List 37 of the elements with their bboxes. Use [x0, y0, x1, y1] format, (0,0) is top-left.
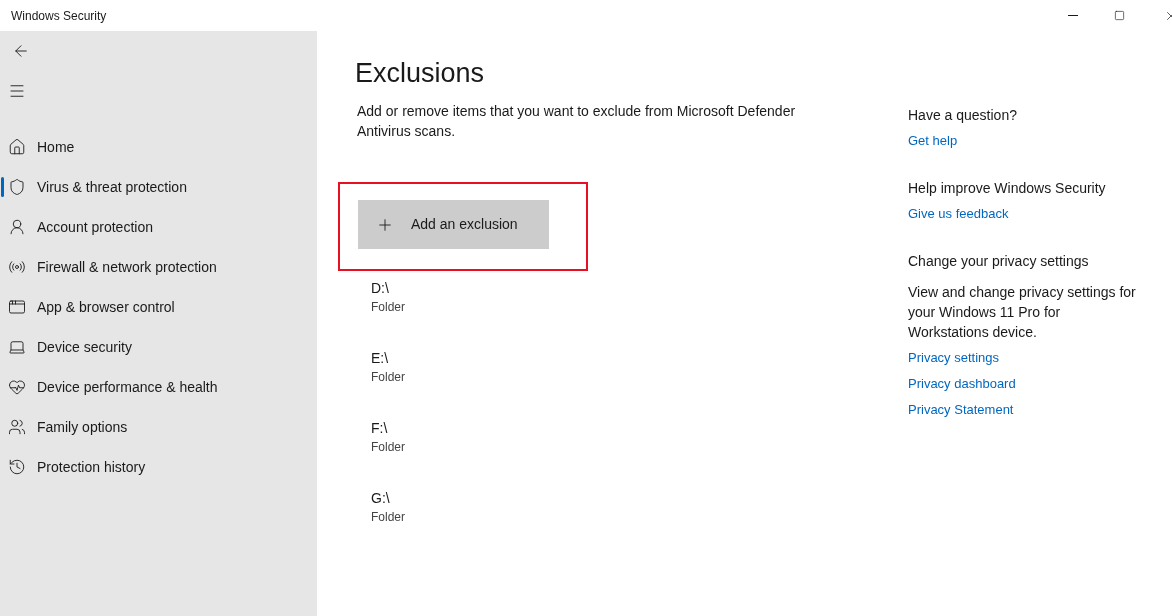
person-icon: [8, 218, 26, 236]
section-heading: Change your privacy settings: [908, 252, 1090, 271]
section-heading: Help improve Windows Security: [908, 179, 1107, 198]
nav-item[interactable]: Device security: [0, 327, 317, 367]
page-description: Add or remove items that you want to exclude from Microsoft Defender Antivirus scans.: [357, 102, 797, 141]
shield-icon: [8, 178, 26, 196]
help-link[interactable]: Privacy settings: [908, 348, 1000, 368]
exclusion-item[interactable]: F:\ Folder: [371, 414, 870, 484]
nav-item[interactable]: Account protection: [0, 207, 317, 247]
exclusion-item[interactable]: D:\ Folder: [371, 274, 870, 344]
help-link[interactable]: Get help: [908, 131, 958, 151]
exclusion-item[interactable]: G:\ Folder: [371, 484, 870, 554]
heart-pulse-icon: [8, 378, 26, 396]
nav-item[interactable]: Firewall & network protection: [0, 247, 317, 287]
laptop-icon: [8, 338, 26, 356]
nav-item[interactable]: App & browser control: [0, 287, 317, 327]
section-text: View and change privacy settings for your Windows 11 Pro for Workstations device.: [908, 283, 1136, 342]
menu-icon: [8, 82, 26, 100]
nav-item[interactable]: Device performance & health: [0, 367, 317, 407]
section-heading: Have a question?: [908, 106, 1018, 125]
exclusion-item[interactable]: E:\ Folder: [371, 344, 870, 414]
maximize-icon: [1113, 10, 1125, 21]
help-link[interactable]: Privacy Statement: [908, 400, 1014, 420]
nav-item[interactable]: Home: [0, 127, 317, 167]
window-icon: [8, 298, 26, 316]
help-link[interactable]: Give us feedback: [908, 204, 1009, 224]
home-icon: [8, 138, 26, 156]
add-exclusion-button[interactable]: Add an exclusion: [358, 200, 549, 249]
nav-item[interactable]: Protection history: [0, 447, 317, 487]
minimize-icon: [1068, 15, 1078, 16]
people-icon: [8, 418, 26, 436]
history-icon: [8, 458, 26, 476]
antenna-icon: [8, 258, 26, 276]
help-link[interactable]: Privacy dashboard: [908, 374, 1016, 394]
page-title: Exclusions: [355, 57, 486, 90]
nav-item[interactable]: Family options: [0, 407, 317, 447]
window-title: Windows Security: [11, 7, 107, 25]
